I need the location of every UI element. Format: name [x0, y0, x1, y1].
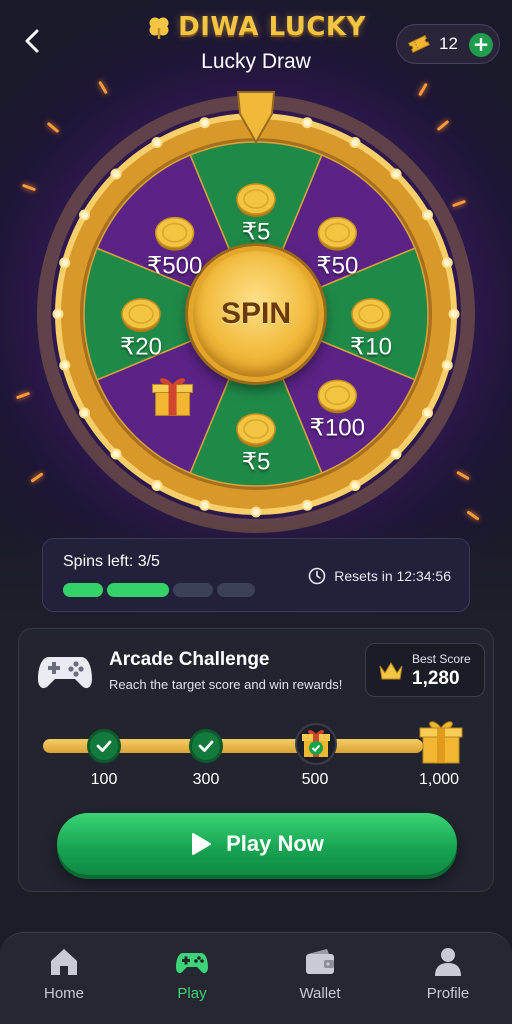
nav-label-wallet: Wallet — [299, 985, 341, 1002]
plus-icon: + — [472, 32, 490, 56]
wheel-bulb — [79, 407, 91, 419]
wheel-bulb — [301, 117, 313, 129]
sparkle-decoration — [98, 80, 108, 95]
spins-progress — [63, 583, 255, 597]
reset-text: Resets in 12:34:56 — [334, 568, 451, 584]
header-title-block: DIWA LUCKY Lucky Draw — [120, 12, 392, 74]
wheel-slice-label: ₹5 — [241, 448, 271, 476]
sparkle-decoration — [15, 391, 31, 400]
progress-segment — [63, 583, 103, 597]
milestone-check-300 — [189, 729, 223, 763]
home-icon — [51, 949, 77, 975]
arcade-challenge-card: Arcade Challenge Reach the target score … — [18, 628, 494, 892]
wheel-bulb — [390, 448, 402, 460]
challenge-title: Arcade Challenge — [109, 649, 270, 670]
check-icon — [96, 740, 112, 752]
check-icon — [198, 740, 214, 752]
challenge-subtitle: Reach the target score and win rewards! — [109, 677, 343, 692]
milestone-label: 1,000 — [418, 771, 460, 788]
wheel-bulb — [110, 168, 122, 180]
wheel-slice-label: ₹500 — [147, 252, 203, 280]
bottom-nav: Home Play Wallet Profile — [0, 932, 512, 1024]
coin-icon — [317, 216, 358, 251]
nav-label-home: Home — [43, 985, 84, 1002]
wheel-bulb — [151, 137, 163, 149]
gift-icon — [419, 721, 463, 764]
app-title: DIWA LUCKY — [146, 12, 366, 42]
wheel-bulb — [441, 359, 453, 371]
add-tickets-button[interactable]: + — [469, 33, 493, 57]
page-subtitle: Lucky Draw — [201, 50, 311, 73]
spin-label: SPIN — [220, 297, 292, 330]
wheel-slice-label: ₹10 — [350, 333, 392, 361]
progress-segment — [217, 583, 255, 597]
milestone-label: 100 — [90, 771, 118, 788]
coin-icon — [154, 216, 195, 251]
wheel-slice-label: ₹50 — [316, 252, 359, 280]
wheel-bulb — [421, 209, 433, 221]
progress-segment — [107, 583, 169, 597]
gamepad-icon — [38, 657, 92, 689]
wheel-bulb — [52, 308, 64, 320]
wheel-slice-label: ₹20 — [120, 333, 162, 361]
app-title-text: DIWA LUCKY — [178, 12, 366, 42]
best-score-value: 1,280 — [412, 668, 460, 689]
play-icon — [192, 833, 212, 855]
wheel-bulb — [79, 209, 91, 221]
wheel-bulb — [448, 308, 460, 320]
wheel-bulb — [151, 479, 163, 491]
profile-icon — [435, 948, 461, 976]
spins-left-text: Spins left: 3/5 — [63, 553, 160, 570]
wheel-bulb — [349, 137, 361, 149]
clover-icon — [149, 17, 169, 39]
ticket-count: 12 — [439, 34, 458, 53]
best-score-box: Best Score 1,280 — [365, 643, 485, 697]
progress-segment — [173, 583, 213, 597]
play-now-button[interactable]: Play Now — [57, 813, 457, 875]
wallet-icon — [306, 949, 334, 974]
nav-label-play: Play — [177, 985, 207, 1002]
wheel-slice-label: ₹100 — [309, 414, 365, 442]
wheel-bulb — [441, 257, 453, 269]
wheel-bulb — [59, 359, 71, 371]
play-now-label: Play Now — [226, 831, 324, 856]
wheel-slice-label: ₹5 — [241, 218, 271, 246]
wheel-bulb — [421, 407, 433, 419]
coin-icon — [236, 183, 276, 217]
back-button[interactable] — [18, 26, 48, 56]
nav-item-profile[interactable]: Profile — [384, 933, 512, 1024]
nav-label-profile: Profile — [426, 985, 470, 1002]
sparkle-decoration — [21, 183, 37, 192]
milestone-label: 300 — [192, 771, 220, 788]
chevron-left-icon — [25, 29, 39, 53]
wheel-bulb — [110, 448, 122, 460]
best-score-label: Best Score — [412, 652, 471, 666]
spin-button[interactable]: SPIN — [188, 246, 324, 382]
milestone-label: 500 — [301, 771, 329, 788]
ticket-balance[interactable]: 12 + — [396, 24, 500, 64]
nav-item-home[interactable]: Home — [0, 933, 128, 1024]
reset-timer: Resets in 12:34:56 — [308, 567, 451, 585]
wheel-bulb — [301, 499, 313, 511]
clock-icon — [308, 567, 326, 585]
wheel-bulb — [390, 168, 402, 180]
wheel-bulb — [59, 257, 71, 269]
wheel-bulb — [349, 479, 361, 491]
coin-icon — [121, 298, 161, 332]
wheel-bulb — [199, 117, 211, 129]
coin-icon — [236, 413, 276, 447]
prize-wheel: SPIN ₹5 ₹50 ₹10 ₹100 ₹5 ₹20 ₹500 — [15, 80, 480, 534]
gift-icon — [295, 723, 337, 765]
wheel-bulb — [250, 506, 262, 518]
nav-item-wallet[interactable]: Wallet — [256, 933, 384, 1024]
crown-icon — [379, 662, 403, 680]
spins-card: Spins left: 3/5 Resets in 12:34:56 — [42, 538, 470, 612]
coin-icon — [351, 298, 391, 332]
milestone-check-100 — [87, 729, 121, 763]
wheel-bulb — [199, 499, 211, 511]
coin-icon — [317, 379, 358, 414]
ticket-icon — [408, 35, 430, 53]
nav-item-play[interactable]: Play — [128, 933, 256, 1024]
gamepad-icon — [176, 953, 208, 974]
